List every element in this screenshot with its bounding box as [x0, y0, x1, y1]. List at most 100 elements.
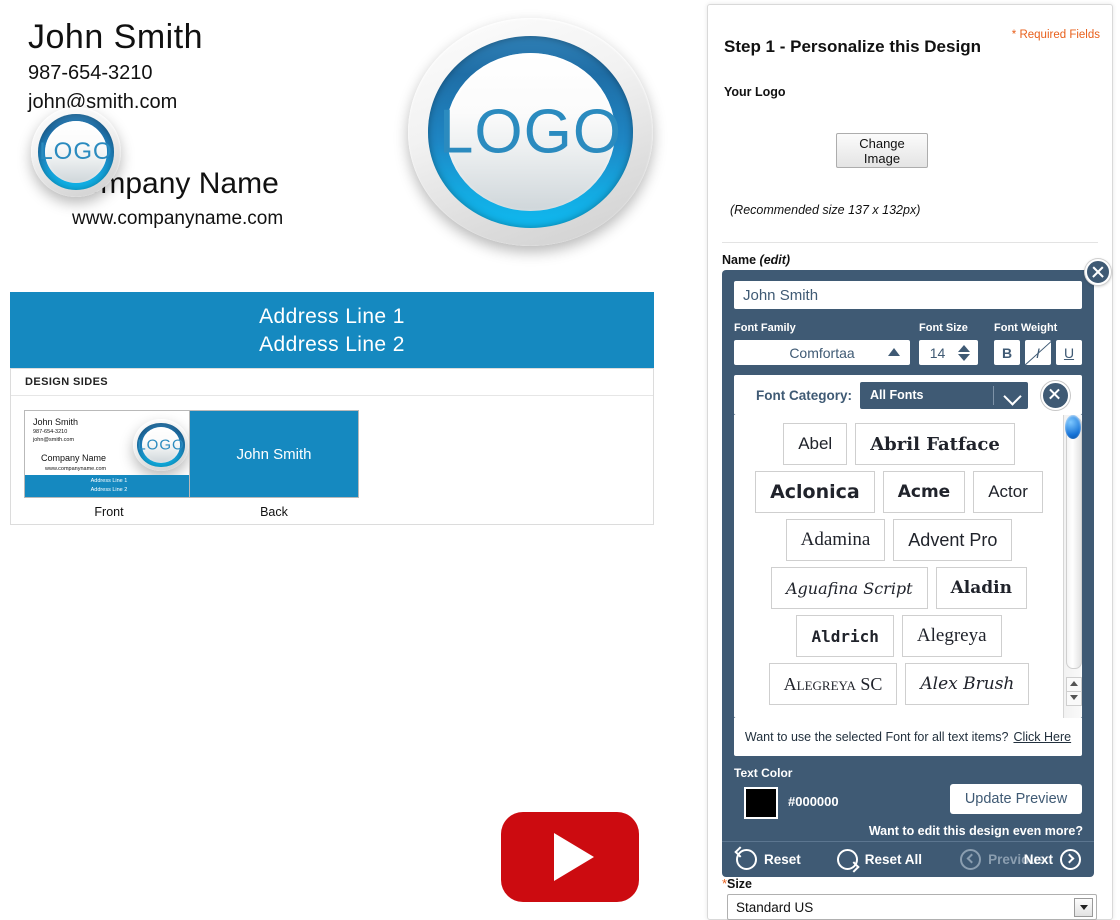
- youtube-play-icon[interactable]: [501, 812, 639, 902]
- stepper-arrows[interactable]: [956, 344, 972, 361]
- text-input[interactable]: [734, 281, 1082, 309]
- thumb-name: John Smith: [33, 417, 79, 427]
- design-side-front[interactable]: John Smith 987-654-3210 john@smith.com C…: [24, 410, 194, 519]
- reset-all-button[interactable]: Reset All: [836, 849, 923, 870]
- reset-icon: [736, 849, 757, 870]
- font-family-label: Font Family: [734, 322, 796, 334]
- font-size-value: 14: [929, 344, 946, 361]
- font-option[interactable]: Aguafina Script: [771, 567, 928, 609]
- font-option[interactable]: Aldrich: [796, 615, 894, 657]
- size-select[interactable]: Standard US: [727, 894, 1097, 920]
- reset-button[interactable]: Reset: [736, 849, 801, 870]
- design-sides-body: John Smith 987-654-3210 john@smith.com C…: [11, 396, 653, 902]
- reset-all-label: Reset All: [864, 852, 923, 867]
- thumb-address-band: Address Line 1 Address Line 2: [25, 475, 193, 497]
- play-triangle-icon: [554, 833, 594, 881]
- preview-website: www.companyname.com: [72, 208, 284, 229]
- font-family-select[interactable]: Comfortaa: [734, 340, 910, 365]
- thumb-phone: 987-654-3210: [33, 429, 68, 435]
- close-editor-icon[interactable]: [1085, 259, 1111, 285]
- logo-text: LOGO: [438, 97, 623, 167]
- name-label-text: Name: [722, 253, 757, 267]
- scrollbar-track[interactable]: [1066, 417, 1082, 669]
- use-font-for-all-row: Want to use the selected Font for all te…: [734, 718, 1082, 756]
- stepper-down-icon[interactable]: [958, 353, 970, 361]
- editor-footer: Reset Reset All Previous Next: [722, 841, 1094, 877]
- font-list[interactable]: Abel Abril Fatface Aclonica Acme Actor Adamin…: [734, 415, 1082, 718]
- panel-logo-text: LOGO: [39, 138, 113, 165]
- next-label: Next: [1023, 852, 1053, 867]
- required-fields-note: * Required Fields: [1011, 29, 1100, 41]
- chevron-down-icon: [1003, 386, 1022, 406]
- font-option[interactable]: Aclonica: [755, 471, 875, 513]
- font-option[interactable]: Abril Fatface: [855, 423, 1015, 465]
- size-label: Size: [727, 877, 753, 891]
- select-separator: [993, 385, 994, 405]
- underline-button[interactable]: U: [1056, 340, 1082, 365]
- bold-button[interactable]: B: [994, 340, 1020, 365]
- design-side-back[interactable]: John Smith Back: [189, 410, 359, 519]
- update-preview-button[interactable]: Update Preview: [950, 784, 1082, 814]
- text-color-value: #000000: [788, 794, 839, 809]
- use-font-for-all-text: Want to use the selected Font for all te…: [744, 730, 1009, 744]
- recommended-size-note: (Recommended size 137 x 132px): [730, 203, 921, 217]
- font-option[interactable]: Alex Brush: [905, 663, 1030, 705]
- font-editor-popup: Font Family Font Size Font Weight Comfor…: [722, 270, 1094, 877]
- section-divider: [722, 242, 1098, 243]
- font-option[interactable]: Alegreya: [901, 615, 1002, 657]
- preview-name: John Smith: [28, 18, 204, 56]
- thumb-website: www.companyname.com: [45, 466, 107, 472]
- size-value: Standard US: [736, 899, 814, 915]
- design-sides-title: DESIGN SIDES: [25, 376, 109, 388]
- next-button[interactable]: Next: [1024, 849, 1081, 870]
- change-image-button[interactable]: Change Image: [836, 133, 928, 168]
- thumb-company: Company Name: [41, 453, 107, 463]
- thumb-email: john@smith.com: [33, 437, 75, 443]
- font-option[interactable]: Adamina: [785, 519, 886, 561]
- font-list-scrollbar[interactable]: [1063, 415, 1082, 718]
- font-option[interactable]: Alegreya SC: [768, 663, 898, 705]
- font-family-value: Comfortaa: [789, 344, 855, 361]
- page-title: Step 1 - Personalize this Design: [724, 37, 981, 56]
- font-option[interactable]: Abel: [783, 423, 848, 465]
- font-size-label: Font Size: [919, 322, 968, 334]
- scroll-down-arrow-icon[interactable]: [1066, 691, 1082, 706]
- front-thumbnail[interactable]: John Smith 987-654-3210 john@smith.com C…: [24, 410, 194, 498]
- name-edit-link[interactable]: (edit): [760, 253, 791, 267]
- dropdown-arrow-icon[interactable]: [1074, 898, 1093, 917]
- thumb-logo-text: LOGO: [137, 436, 185, 454]
- use-font-for-all-link[interactable]: Click Here: [1013, 730, 1071, 744]
- close-font-category-icon[interactable]: [1041, 380, 1070, 410]
- back-thumbnail-label: Back: [260, 505, 288, 519]
- back-thumbnail[interactable]: John Smith: [189, 410, 359, 498]
- thumb-address-line-1: Address Line 1: [90, 477, 128, 484]
- design-sides-header: DESIGN SIDES: [11, 369, 653, 396]
- thumb-logo: LOGO: [133, 419, 189, 471]
- font-category-select[interactable]: All Fonts: [860, 381, 1028, 409]
- preview-phone: 987-654-3210: [28, 62, 153, 84]
- address-banner: Address Line 1 Address Line 2: [10, 292, 654, 370]
- font-category-label: Font Category:: [756, 387, 852, 403]
- panel-logo-thumbnail[interactable]: LOGO: [31, 107, 121, 197]
- font-category-bar: Font Category: All Fonts: [734, 375, 1082, 415]
- thumb-address-line-2: Address Line 2: [90, 487, 128, 493]
- font-option[interactable]: Advent Pro: [893, 519, 1013, 561]
- design-sides-panel: DESIGN SIDES John Smith 987-654-3210 joh…: [10, 368, 654, 902]
- scroll-up-arrow-icon[interactable]: [1066, 677, 1082, 692]
- reset-all-icon: [836, 849, 858, 870]
- edit-more-link[interactable]: Want to edit this design even more?: [869, 824, 1083, 838]
- chevron-right-icon: [1060, 849, 1081, 870]
- stepper-up-icon[interactable]: [958, 344, 970, 352]
- font-option[interactable]: Acme: [882, 471, 966, 513]
- font-category-value: All Fonts: [870, 388, 924, 402]
- text-color-swatch[interactable]: [744, 787, 778, 819]
- scrollbar-thumb[interactable]: [1065, 415, 1081, 439]
- font-size-stepper[interactable]: 14: [919, 340, 978, 365]
- name-field-label: Name (edit): [722, 253, 790, 267]
- italic-button[interactable]: I: [1025, 340, 1051, 365]
- font-option[interactable]: Actor: [973, 471, 1043, 513]
- back-thumbnail-name: John Smith: [236, 445, 312, 463]
- preview-logo: LOGO: [408, 18, 653, 246]
- font-option[interactable]: Aladin: [935, 567, 1027, 609]
- font-weight-label: Font Weight: [994, 322, 1058, 334]
